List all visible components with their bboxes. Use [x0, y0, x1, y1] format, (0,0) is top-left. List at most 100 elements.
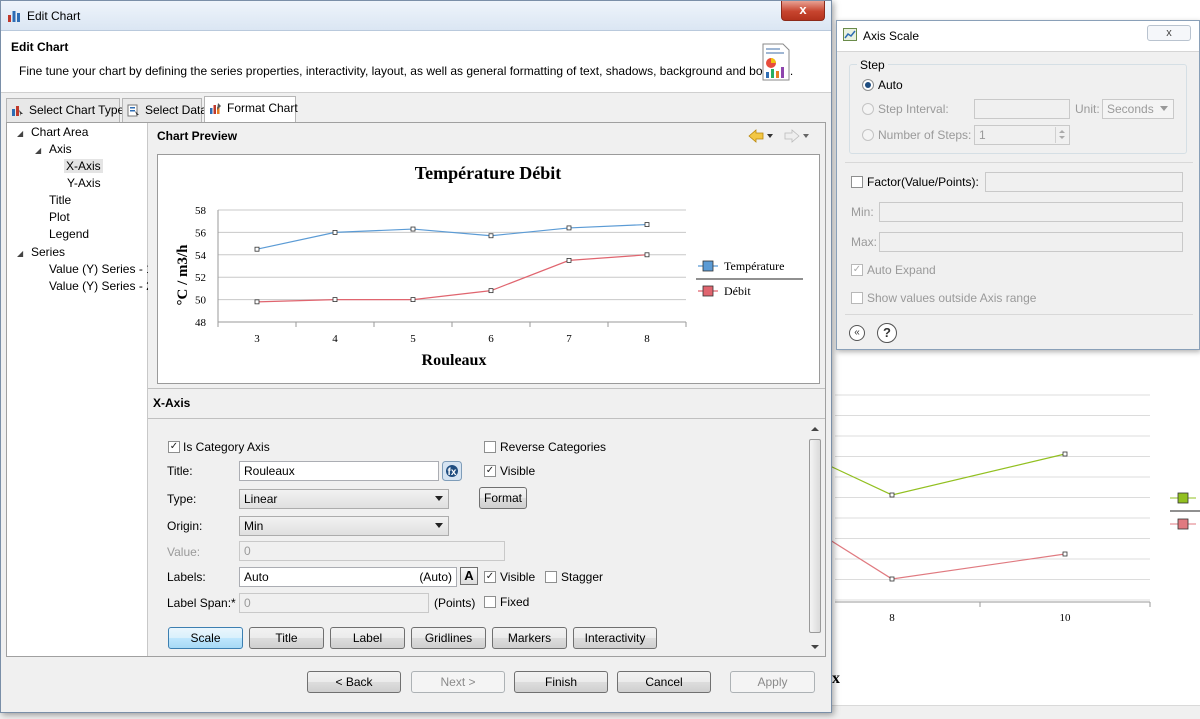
unit-select-value: Seconds [1107, 102, 1154, 116]
background-series-green [830, 453, 1066, 496]
chevron-down-icon [435, 523, 443, 528]
unit-select[interactable]: Seconds [1102, 99, 1174, 119]
interactivity-button[interactable]: Interactivity [573, 627, 657, 649]
divider [148, 388, 825, 389]
x-tick-label: 6 [488, 333, 494, 345]
label-span-input[interactable]: 0 [239, 593, 429, 613]
next-button[interactable]: Next > [411, 671, 505, 693]
factor-input[interactable] [985, 172, 1183, 192]
tab-format-chart[interactable]: Format Chart [204, 96, 298, 123]
min-label: Min: [851, 205, 874, 219]
steps-spinner[interactable] [1055, 127, 1067, 143]
gridlines-button[interactable]: Gridlines [411, 627, 486, 649]
finish-button[interactable]: Finish [514, 671, 608, 693]
tree-item-series-1[interactable]: Value (Y) Series - 1 [49, 262, 153, 276]
type-select[interactable]: Linear [239, 489, 449, 509]
max-label: Max: [851, 235, 878, 249]
apply-button[interactable]: Apply [730, 671, 815, 693]
chevron-down-icon [435, 496, 443, 501]
value-input[interactable]: 0 [239, 541, 505, 561]
number-of-steps-input[interactable]: 1 [974, 125, 1070, 145]
axis-scale-close-button[interactable]: x [1147, 25, 1191, 41]
labels-label: Labels: [167, 570, 206, 584]
tree-item-plot[interactable]: Plot [49, 210, 70, 224]
expand-arrow-icon[interactable]: ◢ [17, 249, 23, 258]
step-group: Auto Step Interval: Unit: Seconds Number… [849, 64, 1187, 154]
axis-scale-content: Auto Step Interval: Unit: Seconds Number… [837, 51, 1199, 349]
max-input[interactable] [879, 232, 1183, 252]
scroll-down-icon[interactable] [811, 645, 819, 649]
expression-builder-icon[interactable]: fx [442, 461, 462, 481]
form-scrollbar[interactable] [807, 423, 823, 653]
close-button[interactable]: x [781, 1, 825, 21]
scroll-thumb[interactable] [809, 439, 821, 633]
fixed-checkbox[interactable] [484, 596, 496, 608]
title-visible-checkbox[interactable]: ✓ [484, 465, 496, 477]
back-button[interactable]: < Back [307, 671, 401, 693]
is-category-axis-checkbox[interactable]: ✓ [168, 441, 180, 453]
preview-navigation [748, 129, 809, 143]
show-outside-range-checkbox[interactable] [851, 292, 863, 304]
labels-visible-checkbox[interactable]: ✓ [484, 571, 496, 583]
number-of-steps-value: 1 [979, 128, 986, 142]
background-data-point [889, 576, 895, 582]
chart-preview: Température Débit Rouleaux °C / m3/h 48 5… [157, 154, 820, 384]
tree-item-chart-area[interactable]: Chart Area [31, 125, 88, 139]
tab-select-data[interactable]: Select Data [122, 98, 207, 122]
forward-arrow-icon[interactable] [784, 129, 809, 143]
cancel-button[interactable]: Cancel [617, 671, 711, 693]
reverse-categories-label: Reverse Categories [500, 440, 607, 454]
labels-auto-hint: (Auto) [419, 570, 452, 584]
origin-select[interactable]: Min [239, 516, 449, 536]
tree-item-axis[interactable]: Axis [49, 142, 72, 156]
divider [845, 314, 1193, 315]
y-tick-label: 48 [195, 317, 207, 329]
x-axis-form: ✓ Is Category Axis Reverse Categories Ti… [148, 419, 825, 656]
x-tick-label: 5 [410, 333, 416, 345]
tree-item-y-axis[interactable]: Y-Axis [67, 176, 101, 190]
tree-item-x-axis[interactable]: X-Axis [64, 159, 103, 173]
x-tick-label: 3 [254, 333, 260, 345]
reverse-categories-checkbox[interactable] [484, 441, 496, 453]
axis-scale-title-bar[interactable]: Axis Scale x [837, 21, 1199, 47]
legend-label: Température [724, 259, 784, 273]
title-label: Title: [167, 464, 193, 478]
labels-input[interactable]: Auto (Auto) [239, 567, 457, 587]
x-tick-label: 8 [644, 333, 650, 345]
auto-expand-checkbox[interactable]: ✓ [851, 264, 863, 276]
step-interval-label: Step Interval: [878, 102, 949, 116]
data-point [332, 230, 338, 235]
tree-item-title[interactable]: Title [49, 193, 71, 207]
tree-item-series-2[interactable]: Value (Y) Series - 2 [49, 279, 153, 293]
axis-scale-title: Axis Scale [863, 29, 920, 43]
step-auto-radio[interactable] [862, 79, 874, 91]
font-editor-icon[interactable]: A [460, 567, 478, 585]
expand-arrow-icon[interactable]: ◢ [35, 146, 41, 155]
divider [845, 162, 1193, 163]
label-button[interactable]: Label [330, 627, 405, 649]
background-data-point [889, 492, 895, 498]
title-bar[interactable]: Edit Chart x [1, 1, 831, 31]
scroll-up-icon[interactable] [811, 427, 819, 431]
format-button[interactable]: Format [479, 487, 527, 509]
stagger-checkbox[interactable] [545, 571, 557, 583]
help-icon[interactable]: ? [877, 323, 897, 343]
tree-item-series[interactable]: Series [31, 245, 65, 259]
title-input[interactable]: Rouleaux [239, 461, 439, 481]
collapse-icon[interactable]: « [849, 325, 865, 341]
header-title: Edit Chart [11, 40, 69, 54]
step-interval-radio[interactable] [862, 103, 874, 115]
number-of-steps-radio[interactable] [862, 129, 874, 141]
tree-item-legend[interactable]: Legend [49, 227, 89, 241]
title-button[interactable]: Title [249, 627, 324, 649]
step-interval-input[interactable] [974, 99, 1070, 119]
min-input[interactable] [879, 202, 1183, 222]
number-of-steps-label: Number of Steps: [878, 128, 972, 142]
series-line-2 [256, 254, 648, 303]
scale-button[interactable]: Scale [168, 627, 243, 649]
factor-checkbox[interactable] [851, 176, 863, 188]
markers-button[interactable]: Markers [492, 627, 567, 649]
back-arrow-icon[interactable] [748, 129, 773, 143]
expand-arrow-icon[interactable]: ◢ [17, 129, 23, 138]
tab-select-chart-type[interactable]: Select Chart Type [6, 98, 124, 122]
